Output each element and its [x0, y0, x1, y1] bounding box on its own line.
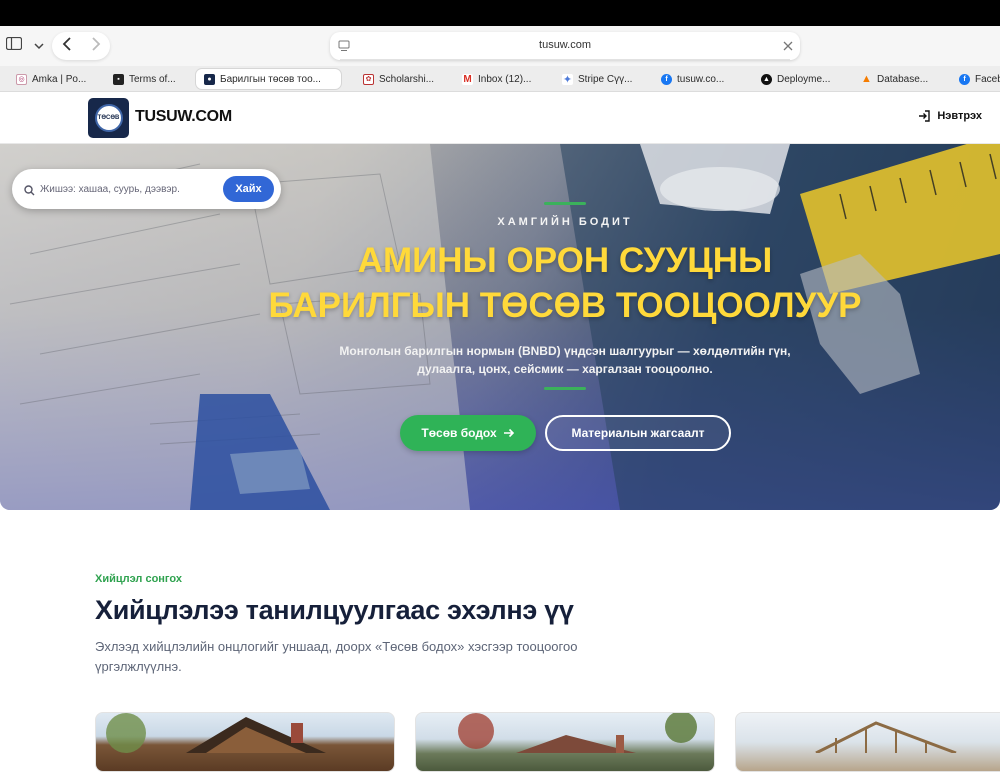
accent-divider-top — [544, 202, 586, 205]
stripe-favicon: ✦ — [562, 73, 573, 86]
tab-label: Database... — [877, 73, 929, 85]
tab-facebook-2[interactable]: f Facebo — [959, 69, 1000, 89]
tab-label: Deployme... — [777, 73, 831, 85]
calculate-budget-button[interactable]: Төсөв бодох — [400, 415, 536, 451]
tab-label: Facebo — [975, 73, 1000, 85]
login-icon — [919, 110, 931, 122]
search-icon — [24, 183, 35, 201]
facebook-favicon: f — [959, 73, 970, 85]
address-divider — [340, 59, 790, 60]
facebook-favicon: f — [661, 73, 672, 85]
search-input[interactable] — [40, 179, 220, 199]
login-label: Нэвтрэх — [937, 110, 982, 122]
construction-card-1[interactable] — [95, 712, 395, 772]
accent-divider-bottom — [544, 387, 586, 390]
hero-eyebrow: ХАМГИЙН БОДИТ — [497, 216, 633, 228]
hero-subtitle: Монголын барилгын нормын (BNBD) үндсэн ш… — [339, 344, 791, 376]
logo-emblem: TӨСӨВ — [94, 104, 123, 132]
tab-scholarship[interactable]: ✿ Scholarshi... — [363, 69, 453, 89]
hero-title: АМИНЫ ОРОН СУУЦНЫ БАРИЛГЫН ТӨСӨВ ТООЦООЛ… — [0, 238, 1000, 328]
terms-favicon: ▪ — [113, 73, 124, 85]
tab-label: Inbox (12)... — [478, 73, 532, 85]
forward-icon[interactable] — [91, 36, 101, 56]
site-logo[interactable]: TӨСӨВ — [88, 98, 129, 138]
tusuw-favicon: ● — [204, 73, 215, 85]
hero-section: Хайх ХАМГИЙН БОДИТ АМИНЫ ОРОН СУУЦНЫ БАР… — [0, 144, 1000, 510]
nav-buttons — [52, 32, 110, 60]
card-image-brick-house — [458, 713, 697, 753]
tab-terms[interactable]: ▪ Terms of... — [113, 69, 197, 89]
tab-tusuw[interactable]: ● Барилгын төсөв тоо... — [196, 69, 341, 89]
construction-card-3[interactable] — [735, 712, 1000, 772]
card-image-frame-house — [815, 721, 957, 755]
tab-firebase[interactable]: ▲ Database... — [861, 69, 951, 89]
cta-primary-label: Төсөв бодох — [421, 426, 497, 440]
close-icon[interactable] — [782, 39, 794, 57]
login-button[interactable]: Нэвтрэх — [918, 110, 982, 122]
tab-label: Terms of... — [129, 73, 176, 85]
scholarship-favicon: ✿ — [363, 73, 374, 85]
site-header: TӨСӨВ TUSUW.COM Нэвтрэх — [0, 92, 1000, 144]
tab-vercel[interactable]: ▲ Deployme... — [761, 69, 853, 89]
tab-amka[interactable]: ◎ Amka | Po... — [16, 69, 108, 89]
gmail-favicon: M — [462, 73, 473, 85]
logo-text: TӨСӨВ — [97, 115, 120, 121]
vercel-favicon: ▲ — [761, 73, 772, 85]
tab-label: Stripe Сүү... — [578, 73, 633, 85]
materials-list-button[interactable]: Материалын жагсаалт — [545, 415, 731, 451]
amka-favicon: ◎ — [16, 73, 27, 85]
hero-title-line-2: БАРИЛГЫН ТӨСӨВ ТООЦООЛУУР — [268, 286, 862, 325]
sidebar-icon[interactable] — [5, 36, 23, 55]
tab-gmail[interactable]: M Inbox (12)... — [462, 69, 554, 89]
back-icon[interactable] — [62, 36, 72, 56]
section-eyebrow: Хийцлэл сонгох — [95, 573, 182, 585]
firebase-favicon: ▲ — [861, 73, 872, 85]
section-title: Хийцлэлээ танилцуулгаас эхэлнэ үү — [95, 595, 574, 625]
browser-toolbar: tusuw.com — [0, 26, 1000, 66]
chevron-down-icon[interactable] — [34, 37, 44, 55]
tab-bar: ◎ Amka | Po... ▪ Terms of... ● Барилгын … — [0, 66, 1000, 92]
search-bar: Хайх — [12, 169, 281, 209]
card-image-log-house — [106, 713, 326, 753]
search-button[interactable]: Хайх — [223, 176, 274, 202]
tab-stripe[interactable]: ✦ Stripe Сүү... — [562, 69, 654, 89]
hero-title-line-1: АМИНЫ ОРОН СУУЦНЫ — [357, 241, 773, 280]
screen-top-bar — [0, 0, 1000, 26]
arrow-right-icon — [503, 428, 514, 438]
tab-label: tusuw.co... — [677, 73, 725, 85]
construction-card-2[interactable] — [415, 712, 715, 772]
sidebar-toggle-group[interactable] — [2, 34, 48, 58]
tab-label: Scholarshi... — [379, 73, 435, 85]
brand-name[interactable]: TUSUW.COM — [135, 108, 232, 126]
tab-label: Amka | Po... — [32, 73, 87, 85]
tab-label: Барилгын төсөв тоо... — [220, 73, 321, 85]
address-bar[interactable]: tusuw.com — [330, 32, 800, 60]
tab-facebook[interactable]: f tusuw.co... — [661, 69, 751, 89]
address-url[interactable]: tusuw.com — [330, 39, 800, 51]
section-description: Эхлээд хийцлэлийн онцлогийг уншаад, доор… — [95, 639, 578, 674]
